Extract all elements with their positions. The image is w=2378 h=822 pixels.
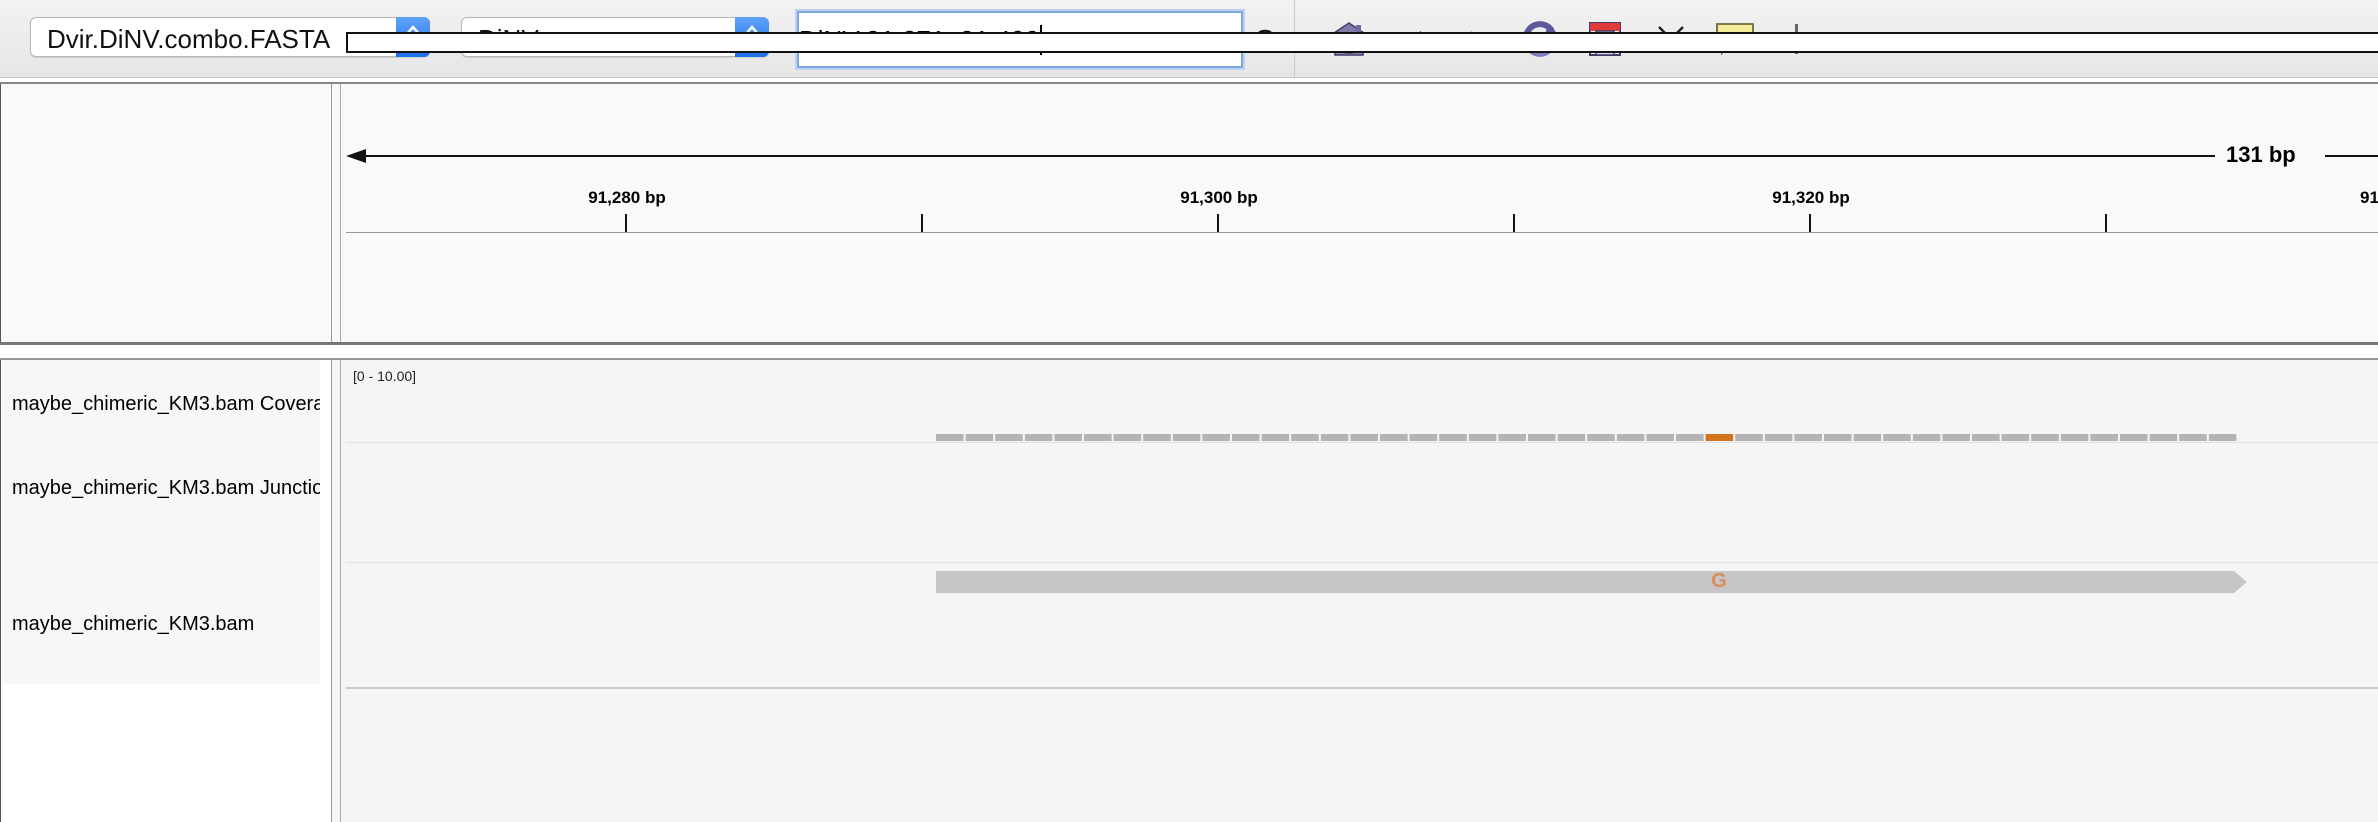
coverage-bar[interactable] [1291, 434, 1319, 441]
coverage-bar[interactable] [1143, 434, 1171, 441]
coverage-bar[interactable] [1587, 434, 1615, 441]
coverage-bar[interactable] [1883, 434, 1911, 441]
coverage-bar[interactable] [936, 434, 964, 441]
coverage-bar[interactable] [1616, 434, 1645, 441]
coverage-bar[interactable] [1972, 434, 2000, 441]
mismatch-base: G [1711, 570, 1727, 592]
coverage-bar[interactable] [1261, 434, 1290, 441]
coverage-bar[interactable] [1794, 434, 1822, 441]
coverage-bar[interactable] [1113, 434, 1142, 441]
coverage-bar[interactable] [1853, 434, 1882, 441]
coverage-bar[interactable] [1912, 434, 1941, 441]
coverage-bar[interactable] [1764, 434, 1793, 441]
coverage-bar[interactable] [995, 434, 1023, 441]
coverage-bar[interactable] [1676, 434, 1704, 441]
coverage-bar[interactable] [1409, 434, 1438, 441]
coverage-bar[interactable] [2149, 434, 2178, 441]
coverage-bar[interactable] [2031, 434, 2059, 441]
coverage-bar[interactable] [1024, 434, 1053, 441]
coverage-bar[interactable] [2001, 434, 2030, 441]
coverage-bar[interactable] [1735, 434, 1763, 441]
alignment-graphics [936, 434, 2247, 593]
coverage-bar[interactable] [2208, 434, 2237, 441]
coverage-bar[interactable] [2060, 434, 2089, 441]
coverage-bar[interactable] [1350, 434, 1378, 441]
coverage-bar[interactable] [1942, 434, 1970, 441]
coverage-bar[interactable] [2120, 434, 2148, 441]
coverage-bar[interactable] [1084, 434, 1112, 441]
coverage-bar[interactable] [1528, 434, 1556, 441]
coverage-bar[interactable] [1172, 434, 1201, 441]
coverage-bar[interactable] [1824, 434, 1852, 441]
coverage-bar-mismatch[interactable] [1705, 434, 1734, 441]
coverage-bar[interactable] [1380, 434, 1408, 441]
coverage-bar[interactable] [1498, 434, 1526, 441]
coverage-bar[interactable] [1468, 434, 1497, 441]
coverage-bar[interactable] [2179, 434, 2207, 441]
coverage-bar[interactable] [1646, 434, 1674, 441]
aligned-read[interactable] [936, 571, 2247, 593]
coverage-bar[interactable] [965, 434, 994, 441]
coverage-bar[interactable] [1557, 434, 1586, 441]
coverage-bars [936, 434, 2237, 441]
coverage-bar[interactable] [2090, 434, 2118, 441]
coverage-bar[interactable] [1054, 434, 1082, 441]
coverage-bar[interactable] [1320, 434, 1349, 441]
coverage-bar[interactable] [1232, 434, 1260, 441]
coverage-bar[interactable] [1439, 434, 1467, 441]
coverage-bar[interactable] [1202, 434, 1230, 441]
